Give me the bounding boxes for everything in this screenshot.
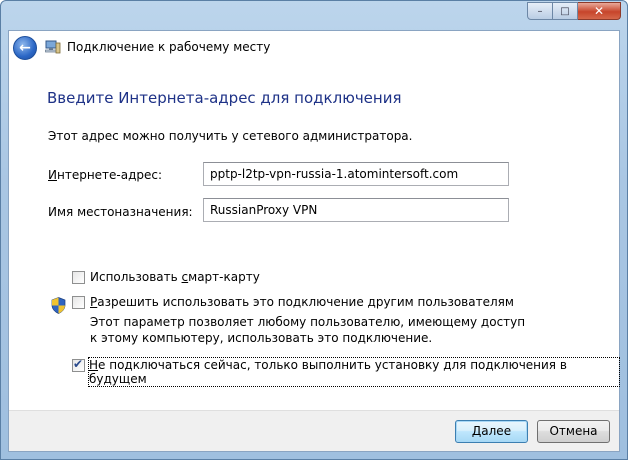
maximize-button[interactable]: □: [553, 2, 578, 20]
title-bar[interactable]: – □ ✕: [1, 1, 627, 31]
caption-buttons: – □ ✕: [527, 2, 621, 20]
allow-others-label[interactable]: Разрешить использовать это подключение д…: [90, 295, 514, 309]
destination-label: Имя местоназначения:: [48, 205, 193, 219]
window-title: Подключение к рабочему месту: [67, 40, 271, 54]
destination-name-input[interactable]: [203, 198, 509, 222]
minimize-icon: –: [537, 5, 543, 17]
dont-connect-label[interactable]: Не подключаться сейчас, только выполнить…: [88, 357, 620, 387]
back-button[interactable]: ←: [13, 36, 37, 60]
uac-shield-icon: [51, 297, 66, 314]
next-button[interactable]: Далее: [455, 420, 528, 443]
maximize-icon: □: [560, 5, 570, 17]
dialog-window: – □ ✕ ← Подключение к рабочему месту Вве…: [0, 0, 628, 460]
smartcard-checkbox[interactable]: [72, 271, 85, 284]
allow-others-checkbox[interactable]: [72, 296, 85, 309]
address-label: Интернете-адрес:: [48, 168, 162, 182]
navigation-bar: ← Подключение к рабочему месту: [9, 31, 619, 63]
network-workplace-icon: [45, 40, 61, 54]
client-area: ← Подключение к рабочему месту Введите И…: [8, 30, 620, 452]
smartcard-label[interactable]: Использовать смарт-карту: [90, 270, 260, 284]
next-button-label: алее: [481, 424, 512, 438]
internet-address-input[interactable]: [203, 162, 509, 186]
dont-connect-checkbox[interactable]: [72, 357, 85, 372]
address-label-hotkey: И: [48, 168, 57, 182]
close-icon: ✕: [593, 4, 605, 18]
address-label-text: нтернете-адрес:: [56, 168, 163, 182]
smartcard-label-post: март-карту: [188, 270, 260, 284]
dont-connect-label-text: е подключаться сейчас, только выполнить …: [89, 358, 567, 386]
cancel-button[interactable]: Отмена: [537, 420, 610, 443]
next-button-hotkey: Д: [471, 424, 482, 438]
allow-others-note: Этот параметр позволяет любому пользоват…: [90, 315, 526, 345]
page-description: Этот адрес можно получить у сетевого адм…: [48, 129, 413, 143]
page-heading: Введите Интернета-адрес для подключения: [47, 89, 402, 107]
back-arrow-icon: ←: [19, 40, 31, 56]
button-footer: Далее Отмена: [9, 410, 619, 451]
allow-others-label-text: азрешить использовать это подключение др…: [97, 295, 514, 309]
dont-connect-label-hotkey: Н: [89, 358, 99, 372]
minimize-button[interactable]: –: [527, 2, 553, 20]
smartcard-label-pre: Использовать: [90, 270, 182, 284]
close-button[interactable]: ✕: [578, 2, 621, 20]
